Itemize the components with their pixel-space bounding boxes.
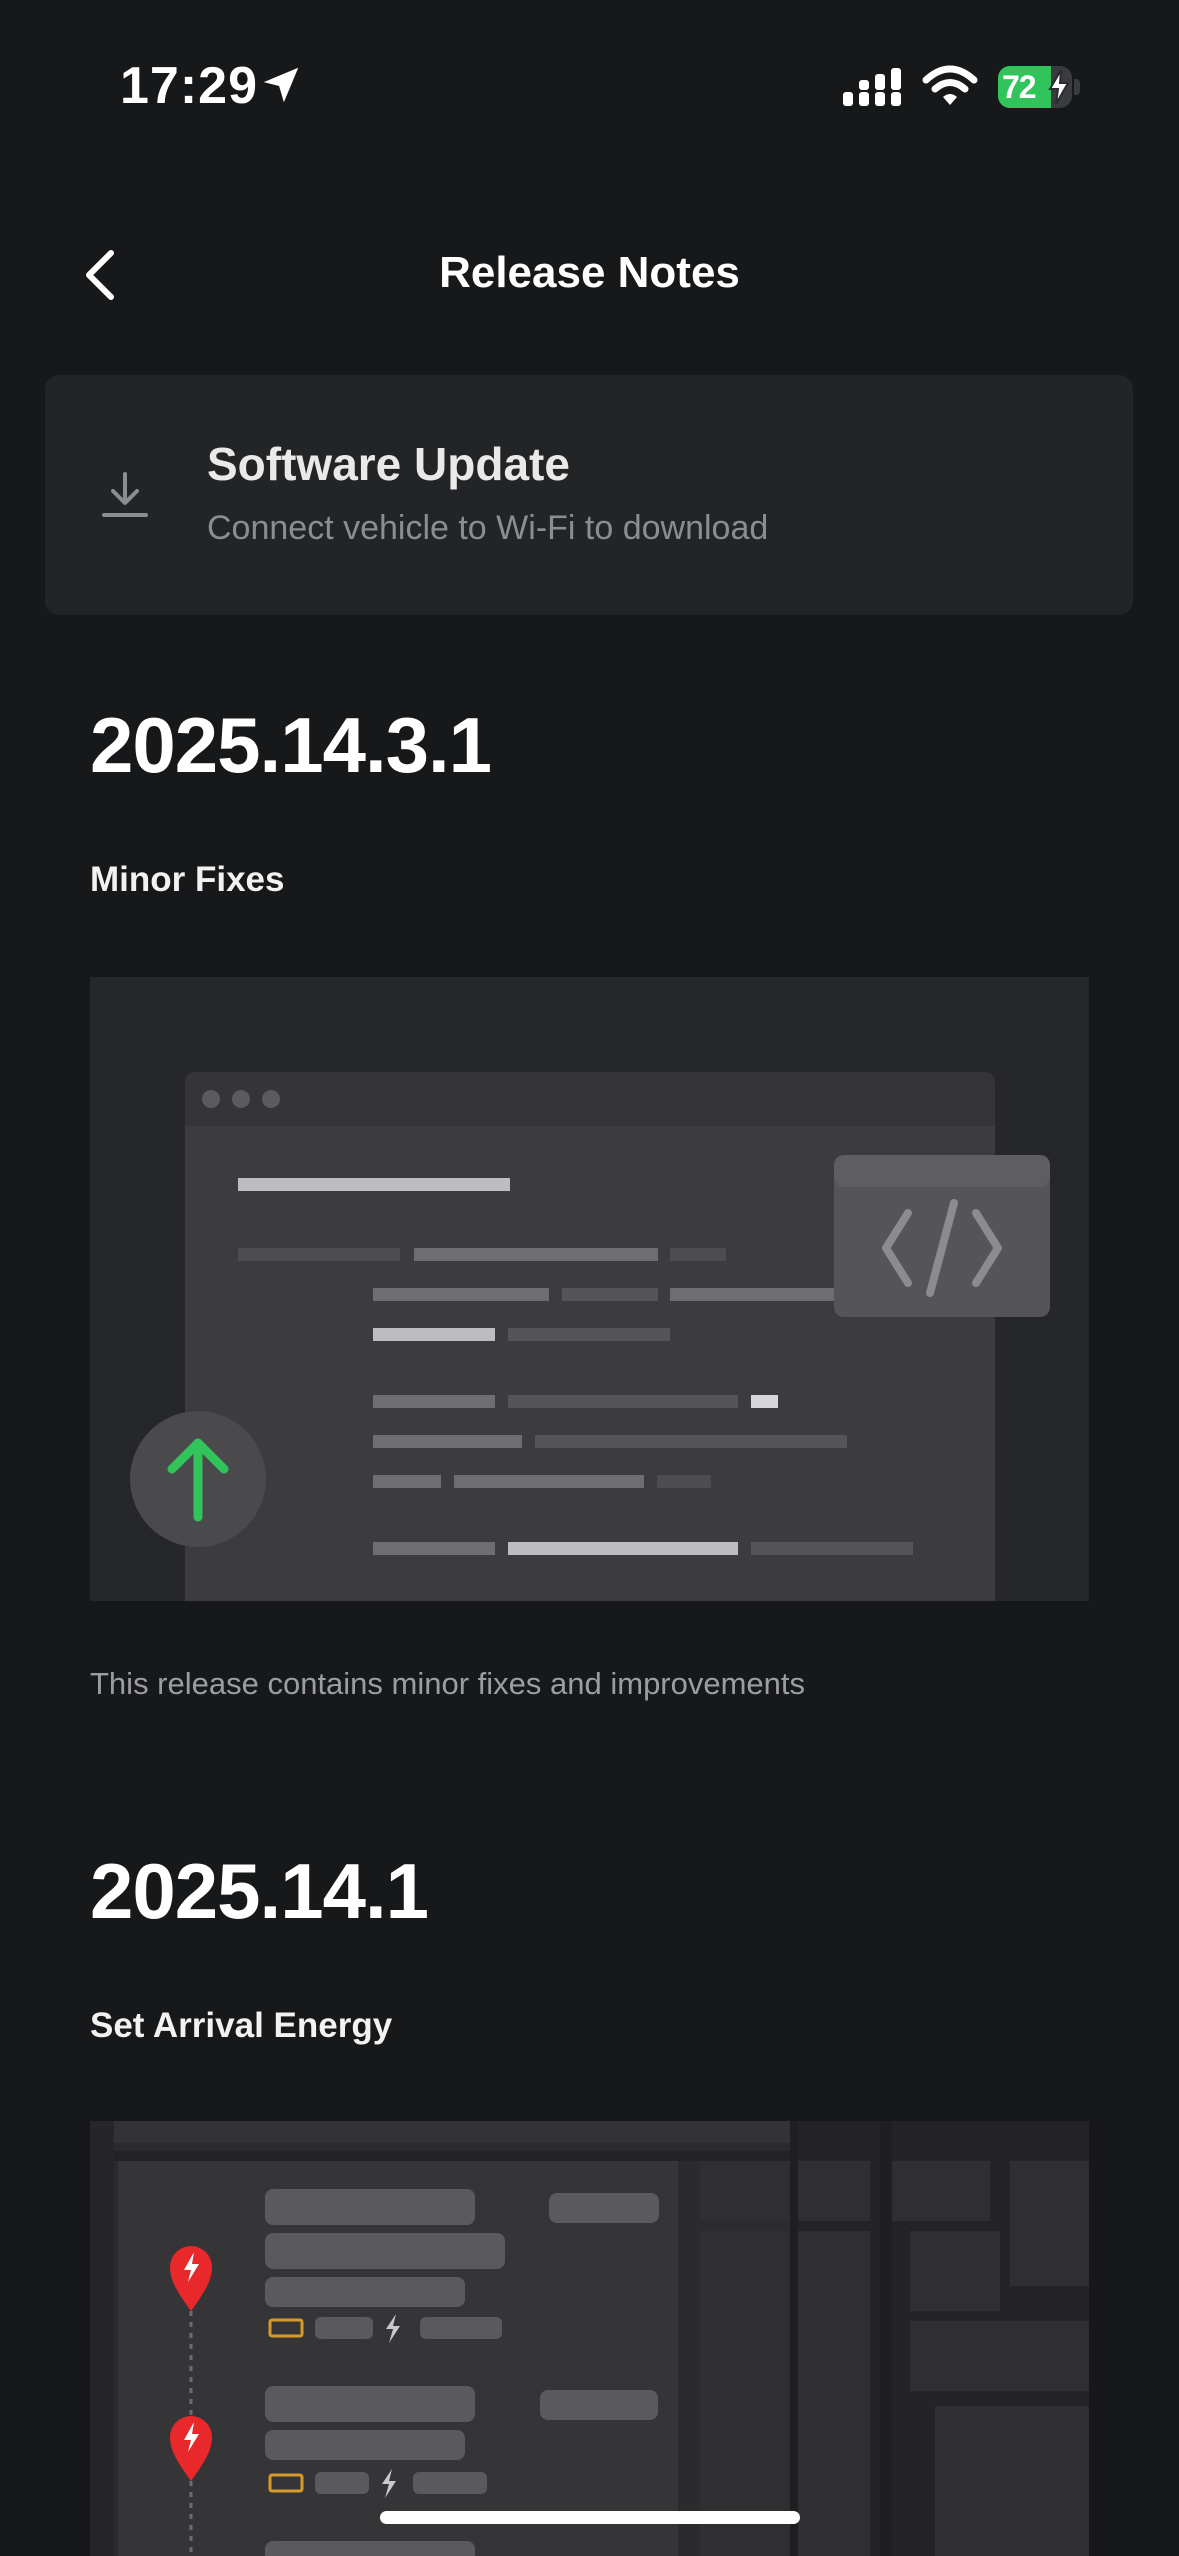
- release-version: 2025.14.3.1: [90, 701, 492, 789]
- release-version: 2025.14.1: [90, 1847, 429, 1935]
- page-title: Release Notes: [439, 248, 740, 297]
- wifi-icon: [922, 65, 978, 105]
- charging-route-map-illustration: [90, 2121, 1089, 2556]
- upload-arrow-icon: [130, 1411, 266, 1547]
- software-update-card[interactable]: Software Update Connect vehicle to Wi-Fi…: [45, 375, 1133, 615]
- cellular-signal-icon: [843, 68, 901, 106]
- status-bar: 17:29 72: [0, 0, 1179, 140]
- release-heading: Set Arrival Energy: [90, 2006, 393, 2045]
- release-heading: Minor Fixes: [90, 860, 285, 899]
- location-arrow-icon: [263, 67, 299, 103]
- home-indicator[interactable]: [380, 2511, 800, 2524]
- update-subtitle: Connect vehicle to Wi-Fi to download: [207, 509, 769, 547]
- battery-charging-icon: [1048, 70, 1070, 104]
- battery-indicator: 72: [998, 66, 1080, 108]
- update-title: Software Update: [207, 438, 570, 490]
- status-time: 17:29: [120, 57, 258, 115]
- download-icon: [102, 472, 148, 517]
- battery-percent: 72: [1002, 69, 1037, 105]
- code-brackets-icon: [834, 1155, 1050, 1317]
- release-description: This release contains minor fixes and im…: [90, 1666, 806, 1701]
- code-update-illustration: [90, 977, 1089, 1601]
